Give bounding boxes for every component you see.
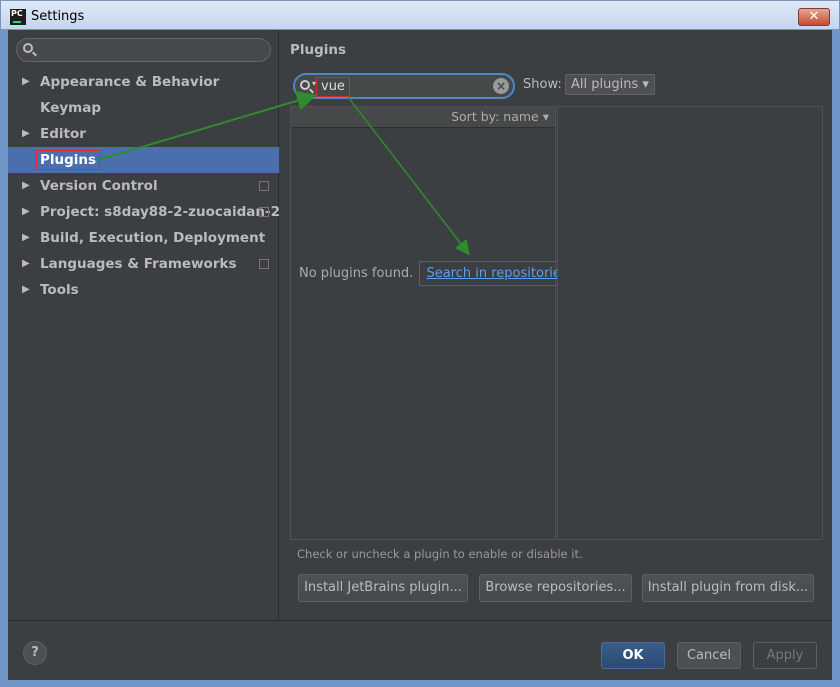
ok-button[interactable]: OK xyxy=(601,642,665,669)
plugin-hint-text: Check or uncheck a plugin to enable or d… xyxy=(297,547,583,561)
title-bar: PC Settings ✕ xyxy=(0,0,840,30)
empty-state-text: No plugins found. xyxy=(299,266,414,281)
sort-bar: Sort by: name ▾ xyxy=(291,107,555,128)
apply-button[interactable]: Apply xyxy=(753,642,817,669)
page-title: Plugins xyxy=(290,42,347,58)
search-icon xyxy=(300,80,310,90)
sidebar-item-build[interactable]: ▶ Build, Execution, Deployment xyxy=(8,225,279,251)
plugin-search-value[interactable]: vue xyxy=(316,77,350,97)
show-filter-dropdown[interactable]: All plugins ▾ xyxy=(565,74,655,95)
sidebar-item-label: Keymap xyxy=(40,100,102,116)
expand-arrow-icon[interactable]: ▶ xyxy=(22,277,30,303)
plugin-search-input[interactable]: ▾ vue × xyxy=(293,73,515,99)
expand-arrow-icon[interactable]: ▶ xyxy=(22,173,30,199)
project-scope-icon xyxy=(259,181,269,191)
project-scope-icon xyxy=(259,259,269,269)
plugins-panel: Plugins ▾ vue × Show: All plugins ▾ Sort… xyxy=(280,30,832,620)
install-jetbrains-plugin-button[interactable]: Install JetBrains plugin... xyxy=(298,574,468,602)
sidebar-item-plugins[interactable]: Plugins xyxy=(8,147,279,173)
sidebar-item-languages[interactable]: ▶ Languages & Frameworks xyxy=(8,251,279,277)
sidebar-item-label: Plugins xyxy=(36,150,101,170)
sidebar-item-label: Tools xyxy=(40,282,79,298)
settings-sidebar: ▶ Appearance & Behavior Keymap ▶ Editor … xyxy=(8,30,281,620)
close-button[interactable]: ✕ xyxy=(798,8,830,26)
sort-dropdown[interactable]: Sort by: name ▾ xyxy=(451,109,549,124)
plugin-list: Sort by: name ▾ No plugins found. Search… xyxy=(290,106,575,540)
expand-arrow-icon[interactable]: ▶ xyxy=(22,251,30,277)
expand-arrow-icon[interactable]: ▶ xyxy=(22,121,30,147)
expand-arrow-icon[interactable]: ▶ xyxy=(22,199,30,225)
cancel-button[interactable]: Cancel xyxy=(677,642,741,669)
settings-search-input[interactable] xyxy=(16,38,271,62)
expand-arrow-icon[interactable]: ▶ xyxy=(22,69,30,95)
install-from-disk-button[interactable]: Install plugin from disk... xyxy=(642,574,814,602)
sidebar-item-label: Editor xyxy=(40,126,86,142)
sidebar-item-editor[interactable]: ▶ Editor xyxy=(8,121,279,147)
sidebar-item-appearance-behavior[interactable]: ▶ Appearance & Behavior xyxy=(8,69,279,95)
sidebar-item-tools[interactable]: ▶ Tools xyxy=(8,277,279,303)
empty-state: No plugins found. Search in repositories xyxy=(299,261,575,286)
window-title: Settings xyxy=(31,9,85,24)
sidebar-item-label: Appearance & Behavior xyxy=(40,74,220,90)
expand-arrow-icon[interactable]: ▶ xyxy=(22,225,30,251)
sidebar-item-label: Languages & Frameworks xyxy=(40,256,237,272)
sidebar-item-label: Version Control xyxy=(40,178,158,194)
clear-search-icon[interactable]: × xyxy=(493,78,509,94)
sidebar-item-version-control[interactable]: ▶ Version Control xyxy=(8,173,279,199)
show-filter-label: Show: xyxy=(523,77,562,92)
settings-dialog: ▶ Appearance & Behavior Keymap ▶ Editor … xyxy=(8,30,832,680)
settings-nav: ▶ Appearance & Behavior Keymap ▶ Editor … xyxy=(8,69,281,303)
sidebar-item-label: Build, Execution, Deployment xyxy=(40,230,266,246)
project-scope-icon xyxy=(259,207,269,217)
pycharm-app-icon: PC xyxy=(10,9,26,25)
sidebar-item-label: Project: s8day88-2-zuocaidan-2 xyxy=(40,204,281,220)
search-in-repositories-link[interactable]: Search in repositories xyxy=(419,261,575,286)
dialog-footer: ? OK Cancel Apply xyxy=(8,620,832,680)
browse-repositories-button[interactable]: Browse repositories... xyxy=(479,574,632,602)
search-icon xyxy=(23,43,33,53)
plugin-details xyxy=(557,106,823,540)
help-button[interactable]: ? xyxy=(23,641,47,665)
sidebar-item-project[interactable]: ▶ Project: s8day88-2-zuocaidan-2 xyxy=(8,199,281,225)
sidebar-item-keymap[interactable]: Keymap xyxy=(8,95,279,121)
